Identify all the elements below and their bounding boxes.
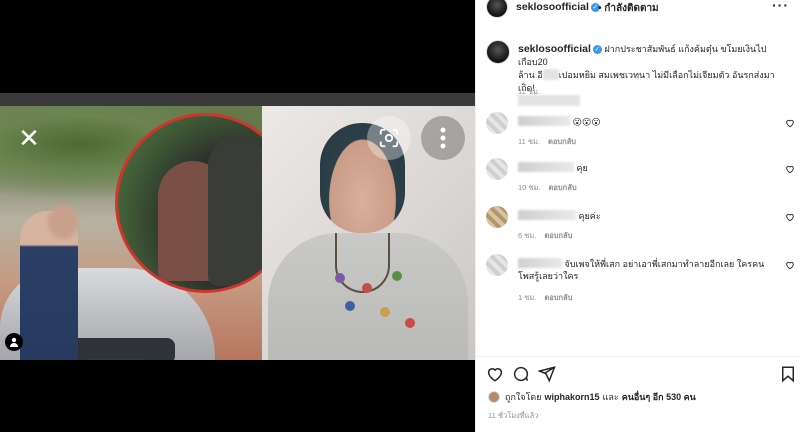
heart-icon[interactable] xyxy=(486,365,504,383)
more-vertical-icon[interactable] xyxy=(421,116,465,160)
avatar[interactable] xyxy=(488,391,500,403)
shirt-embroidery xyxy=(345,301,355,311)
comment-meta: 1 ชม. ตอบกลับ xyxy=(518,292,580,304)
comment-time: 11 ชม. xyxy=(518,137,540,146)
reply-button[interactable]: ตอบกลับ xyxy=(544,293,572,302)
follow-status[interactable]: • กำลังติดตาม xyxy=(598,1,659,16)
comment-text: โพสรู้เลยว่าใคร xyxy=(518,271,579,281)
shirt-embroidery xyxy=(380,307,390,317)
more-options-icon[interactable]: ··· xyxy=(772,0,789,13)
post-media: ✕ xyxy=(0,0,475,432)
shirt-embroidery xyxy=(335,273,345,283)
comment-icon[interactable] xyxy=(512,365,530,383)
post-side-panel: seklosoofficial ✓ • กำลังติดตาม ··· seklo… xyxy=(475,0,800,432)
blurred-username[interactable] xyxy=(518,162,574,172)
caption-time: 11 ชม. xyxy=(518,87,540,96)
comment-time: 6 ชม. xyxy=(518,231,537,240)
caption-username[interactable]: seklosoofficial ✓ xyxy=(518,43,602,55)
bookmark-icon[interactable] xyxy=(779,365,797,383)
shirt-embroidery xyxy=(405,318,415,328)
liker-username[interactable]: wiphakorn15 xyxy=(545,392,600,402)
username-text[interactable]: seklosoofficial xyxy=(518,43,591,55)
comment-text: คุย xyxy=(576,163,588,173)
user-tag-icon[interactable] xyxy=(5,333,23,351)
caption-line: ล้าน อี xyxy=(518,70,543,80)
blurred-text xyxy=(542,69,559,80)
heart-icon[interactable] xyxy=(785,164,795,174)
comment-meta: 11 ชม. ตอบกลับ xyxy=(518,136,584,148)
heart-icon[interactable] xyxy=(785,118,795,128)
blurred-username[interactable] xyxy=(518,116,570,126)
comment-item: จับเพจให้พี่เสก อย่าเอาพี่เสกมาทำลายอีกเ… xyxy=(486,254,800,304)
likes-others-button[interactable]: คนอื่นๆ อีก 530 คน xyxy=(622,390,696,404)
close-icon[interactable]: ✕ xyxy=(14,124,44,154)
likes-middle: และ xyxy=(602,392,619,402)
comment-time: 10 ชม. xyxy=(518,183,541,192)
post-actions xyxy=(476,356,800,386)
comment-time: 1 ชม. xyxy=(518,293,537,302)
shirt-embroidery xyxy=(392,271,402,281)
comment-body: คุยค่ะ xyxy=(518,210,778,222)
likes-prefix: ถูกใจโดย xyxy=(505,392,542,402)
comment-text: คุยค่ะ xyxy=(578,211,601,221)
reply-button[interactable]: ตอบกลับ xyxy=(544,231,572,240)
username-text[interactable]: seklosoofficial xyxy=(516,1,589,13)
avatar[interactable] xyxy=(486,254,508,276)
heart-icon[interactable] xyxy=(785,260,795,270)
send-icon[interactable] xyxy=(538,365,556,383)
comment-meta: 10 ชม. ตอบกลับ xyxy=(518,182,585,194)
image-top-strip xyxy=(0,93,475,106)
comment-item: คุยค่ะ 6 ชม. ตอบกลับ xyxy=(486,206,800,246)
comment-body: จับเพจให้พี่เสก อย่าเอาพี่เสกมาทำลายอีกเ… xyxy=(518,258,778,282)
comment-meta: 6 ชม. ตอบกลับ xyxy=(518,230,580,242)
heart-icon[interactable] xyxy=(785,212,795,222)
reply-button[interactable]: ตอบกลับ xyxy=(549,183,577,192)
shirt-embroidery xyxy=(362,283,372,293)
comment-body: คุย xyxy=(518,162,778,174)
verified-icon: ✓ xyxy=(592,45,602,54)
likes-summary: ถูกใจโดย wiphakorn15 และ คนอื่นๆ อีก 530… xyxy=(488,390,699,404)
post-header: seklosoofficial ✓ • กำลังติดตาม ··· xyxy=(476,0,800,18)
blurred-username[interactable] xyxy=(518,210,576,220)
caption-text: seklosoofficial ✓ ฝากประชาสัมพันธ์ แก้งค้… xyxy=(518,43,790,108)
comment-text: จับเพจให้พี่เสก อย่าเอาพี่เสกมาทำลายอีกเ… xyxy=(564,259,765,269)
avatar[interactable] xyxy=(486,40,510,64)
image-woman-blurred-face xyxy=(48,205,78,239)
blurred-username[interactable] xyxy=(518,258,562,268)
avatar[interactable] xyxy=(486,206,508,228)
header-username[interactable]: seklosoofficial ✓ xyxy=(516,1,600,13)
inset-figure-man xyxy=(208,136,268,286)
comment-body: 😮😮😮 xyxy=(518,116,778,128)
comment-item: คุย 10 ชม. ตอบกลับ xyxy=(486,158,800,198)
comment-item: 😮😮😮 11 ชม. ตอบกลับ xyxy=(486,112,800,152)
visual-search-icon[interactable] xyxy=(367,116,411,160)
reply-button[interactable]: ตอบกลับ xyxy=(548,137,576,146)
post-timestamp: 11 ชั่วโมงที่แล้ว xyxy=(488,411,539,420)
avatar[interactable] xyxy=(486,0,508,18)
comment-text: 😮😮😮 xyxy=(572,117,601,127)
avatar[interactable] xyxy=(486,158,508,180)
avatar[interactable] xyxy=(486,112,508,134)
